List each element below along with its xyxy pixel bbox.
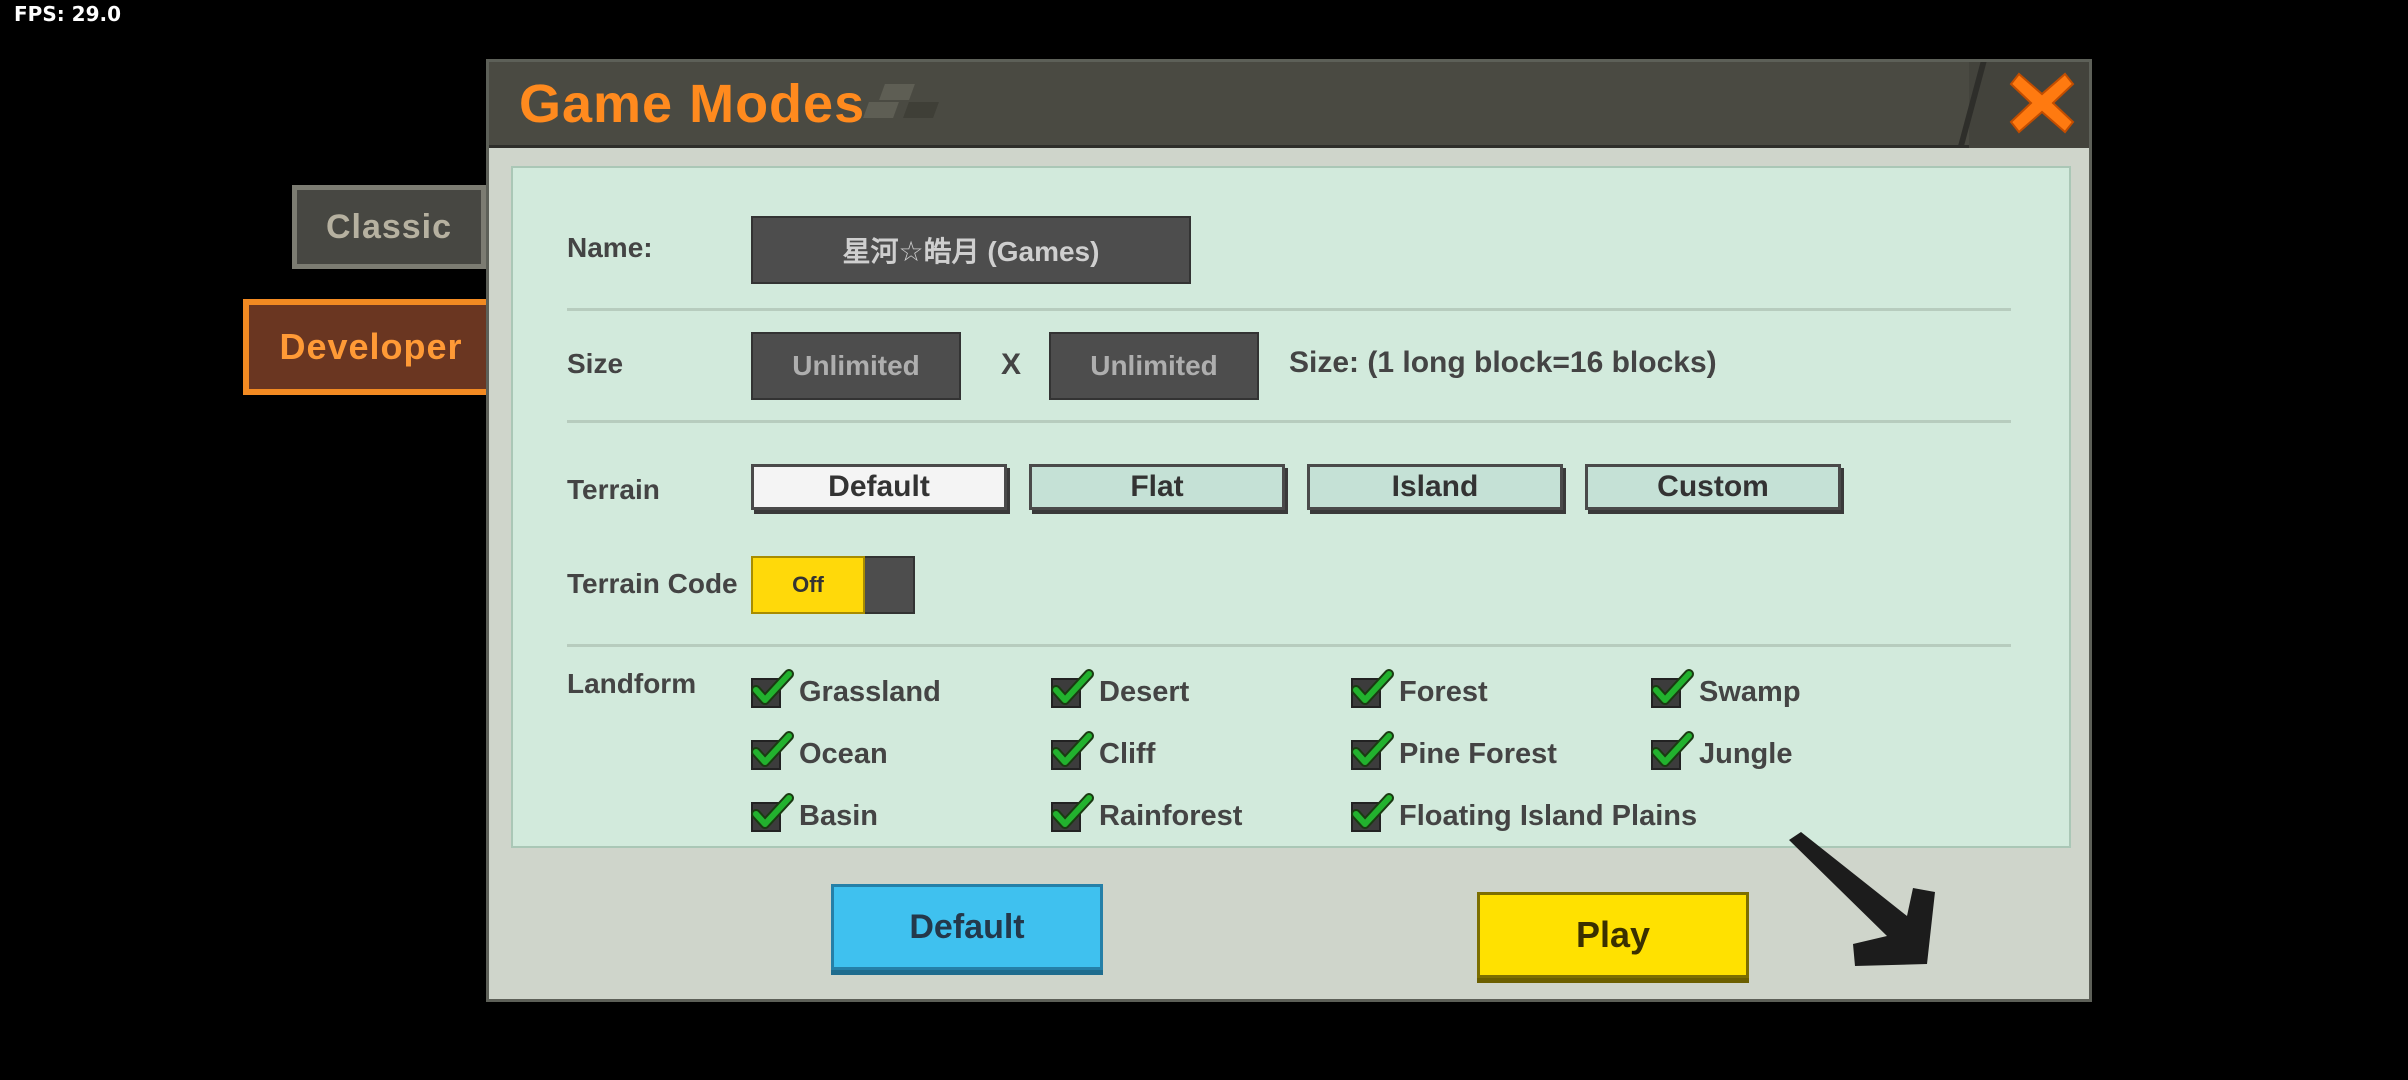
game-modes-dialog: Game Modes Name: 星河☆皓月 (Games) Size Unli… bbox=[486, 59, 2092, 1002]
checkbox-checked-icon bbox=[1351, 793, 1394, 834]
checkbox-checked-icon bbox=[1051, 669, 1094, 710]
landform-label: Floating Island Plains bbox=[1399, 799, 1698, 832]
divider bbox=[567, 420, 2011, 423]
checkbox-checked-icon bbox=[1351, 731, 1394, 772]
terrain-default-button[interactable]: Default bbox=[751, 464, 1007, 510]
checkbox-checked-icon bbox=[751, 793, 794, 834]
pointer-arrow-icon bbox=[1789, 832, 1935, 966]
landform-swamp-checkbox[interactable]: Swamp bbox=[1651, 669, 1801, 712]
checkbox-checked-icon bbox=[751, 731, 794, 772]
tab-classic-label: Classic bbox=[325, 207, 453, 246]
landform-rainforest-checkbox[interactable]: Rainforest bbox=[1051, 793, 1243, 836]
terrain-option-label: Default bbox=[828, 470, 930, 503]
toggle-knob: Off bbox=[751, 556, 865, 614]
checkbox-checked-icon bbox=[1051, 793, 1094, 834]
landform-pine-forest-checkbox[interactable]: Pine Forest bbox=[1351, 731, 1557, 774]
landform-label: Basin bbox=[799, 799, 878, 832]
size-width-value: Unlimited bbox=[792, 350, 920, 381]
toggle-state: Off bbox=[792, 572, 824, 597]
landform-label: Desert bbox=[1099, 675, 1190, 708]
size-note: Size: (1 long block=16 blocks) bbox=[1289, 346, 1717, 379]
landform-grassland-checkbox[interactable]: Grassland bbox=[751, 669, 941, 712]
landform-cliff-checkbox[interactable]: Cliff bbox=[1051, 731, 1156, 774]
terrain-flat-button[interactable]: Flat bbox=[1029, 464, 1285, 510]
landform-label: Landform bbox=[567, 668, 697, 699]
play-button-label: Play bbox=[1575, 914, 1651, 955]
landform-label: Cliff bbox=[1099, 737, 1156, 770]
terrain-code-label: Terrain Code bbox=[567, 568, 738, 599]
default-button[interactable]: Default bbox=[831, 884, 1103, 970]
landform-label: Pine Forest bbox=[1399, 737, 1557, 770]
landform-floating-island-plains-checkbox[interactable]: Floating Island Plains bbox=[1351, 793, 1698, 836]
tab-developer-label: Developer bbox=[279, 326, 463, 367]
tab-classic[interactable]: Classic bbox=[292, 185, 486, 269]
size-label: Size bbox=[567, 348, 624, 379]
terrain-custom-button[interactable]: Custom bbox=[1585, 464, 1841, 510]
terrain-option-label: Flat bbox=[1130, 470, 1184, 503]
size-height-field[interactable]: Unlimited bbox=[1049, 332, 1259, 400]
fps-counter: FPS: 29.0 bbox=[14, 2, 122, 26]
landform-ocean-checkbox[interactable]: Ocean bbox=[751, 731, 888, 774]
landform-label: Jungle bbox=[1699, 737, 1793, 770]
landform-desert-checkbox[interactable]: Desert bbox=[1051, 669, 1190, 712]
name-label: Name: bbox=[567, 232, 653, 263]
divider bbox=[567, 644, 2011, 647]
dialog-title: Game Modes bbox=[519, 74, 866, 134]
divider bbox=[567, 308, 2011, 311]
settings-panel: Name: 星河☆皓月 (Games) Size Unlimited X Unl… bbox=[511, 166, 2071, 848]
size-width-field[interactable]: Unlimited bbox=[751, 332, 961, 400]
checkbox-checked-icon bbox=[1651, 731, 1694, 772]
default-button-label: Default bbox=[909, 907, 1025, 946]
close-button[interactable] bbox=[1969, 62, 2089, 148]
name-field[interactable]: 星河☆皓月 (Games) bbox=[751, 216, 1191, 284]
terrain-code-toggle[interactable]: Off bbox=[751, 556, 915, 614]
close-icon bbox=[2009, 72, 2075, 134]
name-value: 星河☆皓月 (Games) bbox=[842, 236, 1100, 267]
size-height-value: Unlimited bbox=[1090, 350, 1218, 381]
checkbox-checked-icon bbox=[1651, 669, 1694, 710]
checkbox-checked-icon bbox=[751, 669, 794, 710]
checkbox-checked-icon bbox=[1051, 731, 1094, 772]
dialog-header: Game Modes bbox=[489, 62, 2089, 148]
terrain-island-button[interactable]: Island bbox=[1307, 464, 1563, 510]
landform-label: Forest bbox=[1399, 675, 1488, 708]
terrain-option-label: Island bbox=[1391, 470, 1479, 503]
tab-developer[interactable]: Developer bbox=[243, 299, 499, 395]
landform-jungle-checkbox[interactable]: Jungle bbox=[1651, 731, 1793, 774]
terrain-label: Terrain bbox=[567, 474, 660, 505]
landform-label: Grassland bbox=[799, 675, 941, 708]
size-x-separator: X bbox=[1001, 348, 1022, 381]
landform-label: Rainforest bbox=[1099, 799, 1243, 832]
play-button[interactable]: Play bbox=[1477, 892, 1749, 978]
header-decoration bbox=[863, 84, 939, 120]
checkbox-checked-icon bbox=[1351, 669, 1394, 710]
landform-label: Swamp bbox=[1699, 675, 1801, 708]
landform-forest-checkbox[interactable]: Forest bbox=[1351, 669, 1488, 712]
landform-label: Ocean bbox=[799, 737, 888, 770]
landform-basin-checkbox[interactable]: Basin bbox=[751, 793, 878, 836]
terrain-option-label: Custom bbox=[1657, 470, 1769, 503]
